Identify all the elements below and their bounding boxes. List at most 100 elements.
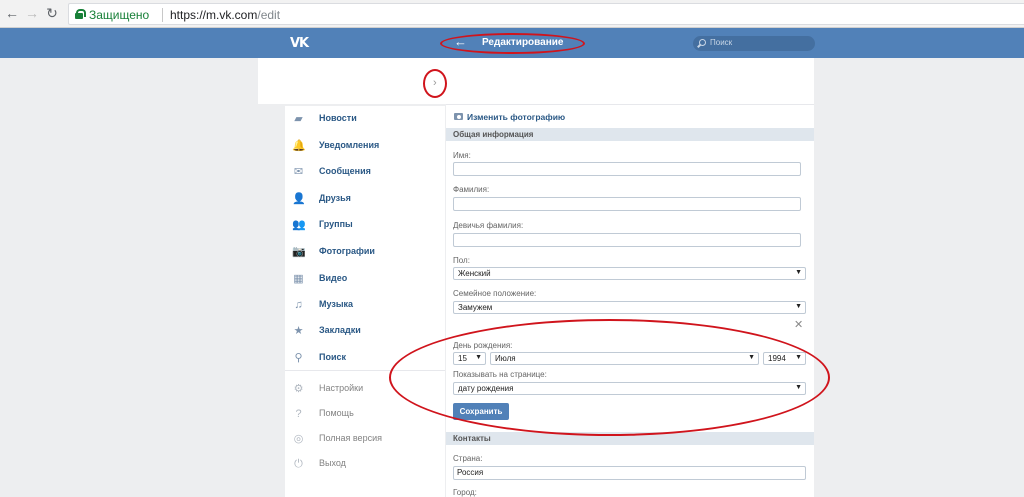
birth-year-select[interactable]: 1994 ▼ bbox=[763, 352, 806, 365]
sidebar-item[interactable]: 👥 Группы bbox=[285, 212, 445, 238]
sidebar-item[interactable]: ⚙ Настройки bbox=[285, 376, 445, 402]
sidebar-item[interactable]: ♫ Музыка bbox=[285, 292, 445, 318]
sidebar-item[interactable]: 🔔 Уведомления bbox=[285, 133, 445, 159]
sidebar-item-label: Видео bbox=[319, 273, 348, 283]
sidebar-item[interactable]: ◎ Полная версия bbox=[285, 426, 445, 452]
magnifier-icon: ⚲ bbox=[294, 352, 303, 364]
maiden-name-label: Девичья фамилия: bbox=[453, 221, 524, 230]
gear-icon: ⚙ bbox=[293, 383, 304, 395]
sidebar-item-label: Новости bbox=[319, 113, 357, 123]
birth-year-value: 1994 bbox=[768, 354, 786, 363]
annotation-ellipse-chevron: › bbox=[423, 69, 447, 98]
search-placeholder: Поиск bbox=[710, 38, 733, 47]
birth-month-value: Июля bbox=[495, 354, 516, 363]
sidebar-item-label: Закладки bbox=[319, 325, 361, 335]
sidebar-item[interactable]: ✉ Сообщения bbox=[285, 159, 445, 185]
sidebar-item-label: Помощь bbox=[319, 408, 354, 418]
sidebar: ▰ Новости 🔔 Уведомления ✉ Сообщения 👤 Друзья 👥 Гр… bbox=[285, 106, 445, 497]
help-icon: ? bbox=[295, 408, 302, 420]
url-text: https://m.vk.com/edit bbox=[170, 8, 281, 22]
dropdown-arrow-icon: ▼ bbox=[795, 303, 802, 310]
sidebar-item[interactable]: 📷 Фотографии bbox=[285, 239, 445, 265]
gender-label: Пол: bbox=[453, 256, 470, 265]
sidebar-item[interactable]: ? Помощь bbox=[285, 401, 445, 427]
marital-value: Замужем bbox=[458, 303, 493, 312]
section-contacts-title: Контакты bbox=[453, 434, 491, 443]
envelope-icon: ✉ bbox=[293, 166, 304, 178]
sidebar-item-label: Друзья bbox=[319, 193, 351, 203]
change-photo-link[interactable]: Изменить фотографию bbox=[467, 112, 565, 122]
lock-icon bbox=[75, 9, 86, 19]
maiden-name-field[interactable] bbox=[453, 233, 801, 247]
back-icon[interactable]: ← bbox=[4, 5, 20, 21]
country-field[interactable]: Россия bbox=[453, 466, 806, 480]
star-icon: ★ bbox=[293, 325, 304, 337]
last-name-label: Фамилия: bbox=[453, 185, 490, 194]
chevron-right-icon[interactable]: › bbox=[433, 77, 437, 89]
show-birthday-select[interactable]: дату рождения ▼ bbox=[453, 382, 806, 395]
search-input[interactable]: Поиск bbox=[693, 36, 815, 51]
birth-month-select[interactable]: Июля ▼ bbox=[490, 352, 759, 365]
dropdown-arrow-icon: ▼ bbox=[795, 384, 802, 391]
people-icon: 👥 bbox=[292, 219, 306, 231]
save-button[interactable]: Сохранить bbox=[453, 403, 509, 420]
sidebar-item-label: Группы bbox=[319, 219, 353, 229]
person-icon: 👤 bbox=[292, 193, 306, 205]
section-contacts: Контакты bbox=[446, 432, 814, 445]
birthday-label: День рождения: bbox=[453, 341, 513, 350]
edit-panel: Изменить фотографию Общая информация Имя… bbox=[446, 104, 814, 497]
browser-toolbar: ← → ↻ Защищено https://m.vk.com/edit bbox=[0, 0, 1024, 28]
header-title-group: ← Редактирование bbox=[440, 33, 585, 54]
dropdown-arrow-icon: ▼ bbox=[795, 269, 802, 276]
search-icon bbox=[699, 39, 706, 46]
address-bar[interactable]: Защищено https://m.vk.com/edit bbox=[68, 3, 1024, 25]
power-icon: ⏻ bbox=[294, 458, 303, 470]
country-value: Россия bbox=[457, 468, 484, 477]
sidebar-item[interactable]: ▰ Новости bbox=[285, 106, 445, 132]
city-label: Город: bbox=[453, 488, 477, 497]
sidebar-item-label: Настройки bbox=[319, 383, 364, 393]
camera-icon bbox=[454, 113, 463, 120]
birth-day-select[interactable]: 15 ▼ bbox=[453, 352, 486, 365]
film-icon: ▦ bbox=[293, 273, 304, 285]
sidebar-item[interactable]: ⏻ Выход bbox=[285, 451, 445, 477]
marital-label: Семейное положение: bbox=[453, 289, 537, 298]
sidebar-item-label: Фотографии bbox=[319, 246, 375, 256]
sidebar-item-label: Полная версия bbox=[319, 433, 382, 443]
camera-icon: 📷 bbox=[292, 246, 306, 258]
music-icon: ♫ bbox=[294, 299, 303, 311]
sidebar-item[interactable]: ⚲ Поиск bbox=[285, 345, 445, 371]
sidebar-item-label: Выход bbox=[319, 458, 346, 468]
sidebar-item-label: Уведомления bbox=[319, 140, 380, 150]
vk-header: VK ← Редактирование Поиск bbox=[0, 28, 1024, 58]
bell-icon: 🔔 bbox=[292, 140, 306, 152]
dropdown-arrow-icon: ▼ bbox=[748, 354, 755, 361]
forward-icon[interactable]: → bbox=[24, 5, 40, 21]
secure-label: Защищено bbox=[89, 8, 150, 22]
close-icon[interactable]: ✕ bbox=[794, 318, 803, 331]
change-photo-row[interactable]: Изменить фотографию bbox=[446, 104, 814, 128]
top-strip bbox=[258, 58, 814, 104]
section-general-title: Общая информация bbox=[453, 130, 534, 139]
sidebar-item-label: Музыка bbox=[319, 299, 354, 309]
sidebar-item-label: Поиск bbox=[319, 352, 347, 362]
vk-logo[interactable]: VK bbox=[290, 36, 309, 51]
show-birthday-label: Показывать на странице: bbox=[453, 370, 547, 379]
dropdown-arrow-icon: ▼ bbox=[795, 354, 802, 361]
globe-icon: ◎ bbox=[293, 433, 304, 445]
annotation-ellipse-title bbox=[440, 33, 585, 54]
first-name-label: Имя: bbox=[453, 151, 471, 160]
reload-icon[interactable]: ↻ bbox=[44, 5, 60, 21]
birth-day-value: 15 bbox=[458, 354, 467, 363]
gender-select[interactable]: Женский ▼ bbox=[453, 267, 806, 280]
dropdown-arrow-icon: ▼ bbox=[475, 354, 482, 361]
sidebar-item[interactable]: ▦ Видео bbox=[285, 266, 445, 292]
first-name-field[interactable] bbox=[453, 162, 801, 176]
sidebar-item[interactable]: ★ Закладки bbox=[285, 318, 445, 344]
last-name-field[interactable] bbox=[453, 197, 801, 211]
omnibox-separator bbox=[162, 8, 163, 22]
marital-select[interactable]: Замужем ▼ bbox=[453, 301, 806, 314]
sidebar-item-label: Сообщения bbox=[319, 166, 371, 176]
sidebar-item[interactable]: 👤 Друзья bbox=[285, 186, 445, 212]
news-icon: ▰ bbox=[294, 113, 303, 125]
